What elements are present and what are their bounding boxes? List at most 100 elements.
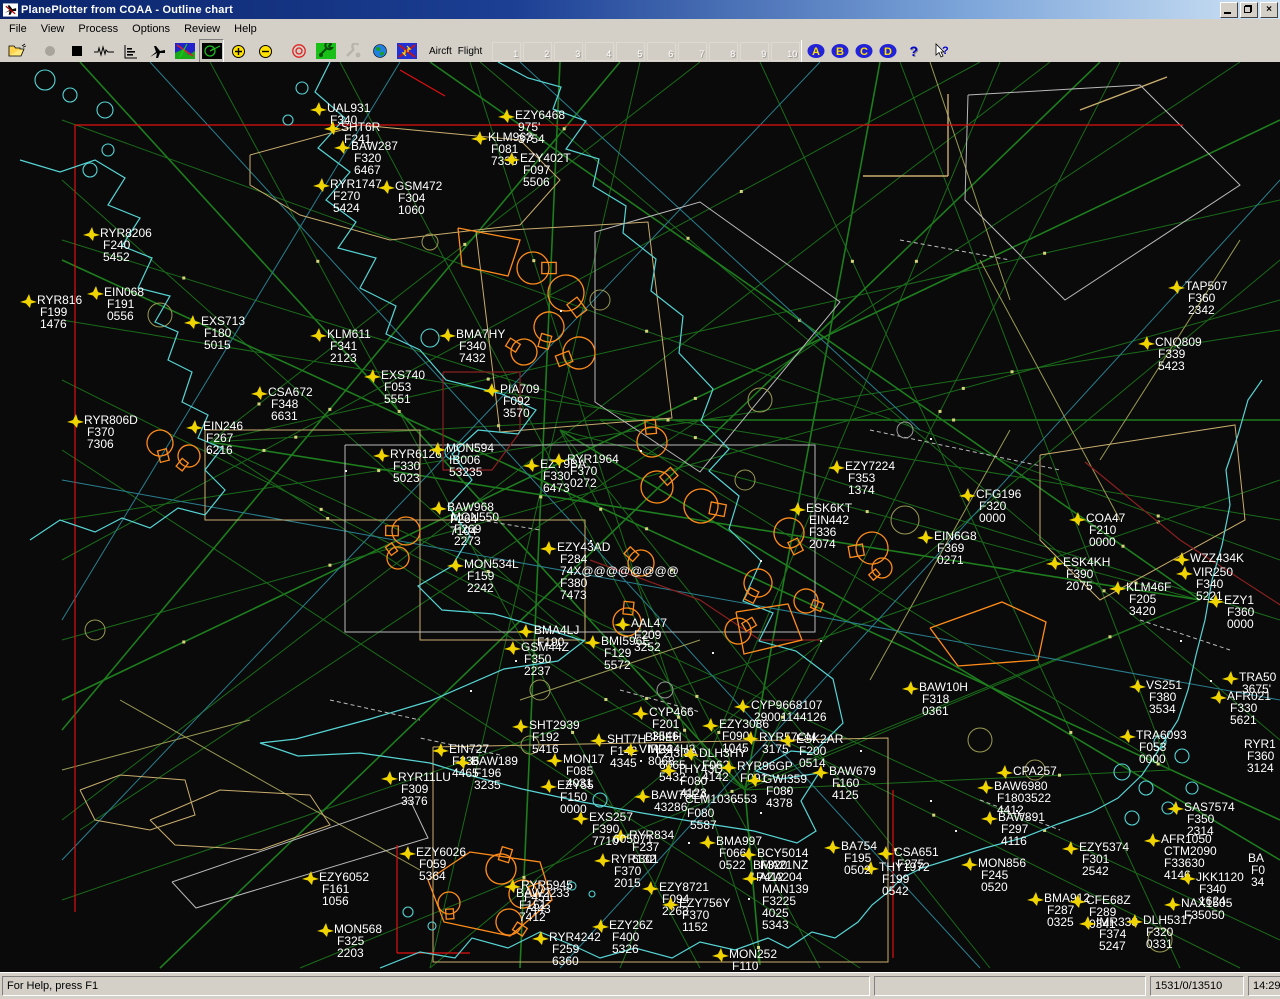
radar-scope-button[interactable] <box>199 39 224 63</box>
title-bar[interactable]: PlanePlotter from COAA - Outline chart × <box>0 0 1280 19</box>
toolbar-view-button-d[interactable]: D <box>876 40 900 62</box>
aircraft-label[interactable]: MON534LF1592242 <box>447 557 519 595</box>
globe-button[interactable] <box>367 39 392 63</box>
chart-map-button[interactable] <box>172 39 197 63</box>
toolbar-page-button-7[interactable]: 7 <box>678 42 707 61</box>
stop-button[interactable] <box>64 39 89 63</box>
open-file-button[interactable] <box>4 39 29 63</box>
aircraft-label[interactable]: BAF034 <box>1248 851 1265 889</box>
aircraft-label[interactable]: EIN246F2676216 <box>186 419 243 457</box>
aircraft-label[interactable]: BAW287F3206467 <box>334 139 398 177</box>
toolbar-view-button-c[interactable]: C <box>852 40 876 62</box>
aircraft-label[interactable]: EZY1F3600000 <box>1207 593 1255 631</box>
target-rings-button[interactable] <box>286 39 311 63</box>
options-wrench-button[interactable] <box>313 39 338 63</box>
aircraft-label[interactable]: THY1972F1990542 <box>862 860 930 898</box>
toolbar-page-button-1[interactable]: 1 <box>492 42 521 61</box>
aircraft-label[interactable]: EZY7224F3531374 <box>828 459 895 497</box>
toolbar-page-button-10[interactable]: 10 <box>771 42 800 61</box>
chart-area[interactable]: UAL931F340SHT6RF241BAW287F3206467RYR1747… <box>0 62 1280 972</box>
status-bar: For Help, press F1 1531/0/13510 14:29:43… <box>0 972 1280 999</box>
toolbar-page-button-9[interactable]: 9 <box>740 42 769 61</box>
aircraft-label[interactable]: DLH5317F3200331 <box>1126 913 1194 951</box>
restore-button[interactable] <box>1240 2 1258 18</box>
toolbar-view-button-b[interactable]: B <box>828 40 852 62</box>
aircraft-label[interactable]: RYR8206F2405452 <box>83 226 152 264</box>
menu-item-review[interactable]: Review <box>177 21 227 37</box>
svg-text:A: A <box>812 46 820 58</box>
aircraft-label[interactable]: BMA912F2870325 <box>1027 891 1090 929</box>
aircraft-label[interactable]: F0805587 <box>687 806 717 832</box>
zoom-in-button[interactable] <box>226 39 251 63</box>
toolbar-page-button-6[interactable]: 6 <box>647 42 676 61</box>
zoom-out-button[interactable] <box>253 39 278 63</box>
aircraft-label[interactable]: BA754F1950502 <box>824 839 877 877</box>
menu-item-view[interactable]: View <box>34 21 72 37</box>
network-transfer-button[interactable] <box>394 39 419 63</box>
aircraft-label[interactable]: EZY55F1500000 <box>540 778 594 816</box>
options-wrench-disabled-button[interactable] <box>340 39 365 63</box>
aircraft-label[interactable]: EZY6052F1611056 <box>302 870 369 908</box>
aircraft-label[interactable]: COA47F2100000 <box>1069 511 1126 549</box>
toolbar-page-button-4[interactable]: 4 <box>585 42 614 61</box>
svg-text:6473: 6473 <box>543 481 570 495</box>
aircraft-label[interactable]: EXS740F0535551 <box>364 368 425 406</box>
aircraft-label[interactable]: KLM611F3412123 <box>310 327 371 365</box>
aircraft-label[interactable]: CNQ809F3395423 <box>1138 335 1202 373</box>
aircraft-view-button[interactable] <box>145 39 170 63</box>
aircraft-label[interactable]: WZZ434K <box>1173 551 1244 566</box>
aircraft-label[interactable]: PIA709F0923570 <box>483 382 540 420</box>
aircraft-label[interactable]: RYR1747F2705424 <box>313 177 382 215</box>
aircraft-label[interactable]: CLM1036553 <box>685 792 757 806</box>
aircraft-label[interactable]: RYR11LUF3093376 <box>381 770 451 808</box>
svg-text:2542: 2542 <box>1082 864 1109 878</box>
svg-text:5247: 5247 <box>1099 939 1126 953</box>
signal-levels-button[interactable] <box>118 39 143 63</box>
menu-item-help[interactable]: Help <box>227 21 264 37</box>
menu-item-file[interactable]: File <box>2 21 34 37</box>
aircraft-label[interactable]: RYR816F1991476 <box>20 293 82 331</box>
aircraft-label[interactable]: RYR806DF3707306 <box>67 413 138 451</box>
aircraft-label[interactable]: CPA257 <box>996 764 1057 779</box>
aircraft-label[interactable]: AFR021F3305621 <box>1210 689 1271 727</box>
aircraft-label[interactable]: MON856F2450520 <box>961 856 1026 894</box>
aircraft-label[interactable]: GSM44ZF3502237 <box>504 640 569 678</box>
aircraft-label[interactable]: EZY43ADF28474X@@@@@@@@F3807473 <box>540 540 679 602</box>
aircraft-label[interactable]: VS251F3803534 <box>1129 678 1182 716</box>
context-help-button[interactable]: ? <box>928 39 953 63</box>
toolbar-page-button-2[interactable]: 2 <box>523 42 552 61</box>
toolbar-page-button-8[interactable]: 8 <box>709 42 738 61</box>
toolbar-page-button-5[interactable]: 5 <box>616 42 645 61</box>
aircraft-label[interactable]: RYR1F3603124 <box>1244 737 1276 775</box>
toolbar-page-button-3[interactable]: 3 <box>554 42 583 61</box>
aircraft-label[interactable]: GSM472F3041060 <box>378 179 443 217</box>
flight-label-button[interactable]: Flight <box>455 40 485 62</box>
menu-item-process[interactable]: Process <box>71 21 125 37</box>
waveform-button[interactable] <box>91 39 116 63</box>
aircraft-label[interactable]: MON568F3252203 <box>317 922 382 960</box>
svg-text:1152: 1152 <box>682 920 708 934</box>
aircraft-label[interactable]: IMR333F3745247 <box>1079 915 1138 953</box>
toolbar-view-button-a[interactable]: A <box>804 40 828 62</box>
aircraft-label[interactable]: BAW2233F1517412 <box>516 886 570 924</box>
svg-text:2074: 2074 <box>809 537 836 551</box>
aircraft-label[interactable]: EIN6G8F3690271 <box>917 529 977 567</box>
close-button[interactable]: × <box>1260 2 1278 18</box>
aircraft-label[interactable]: MON550F2692273 <box>451 510 499 548</box>
aircraft-label[interactable]: BMA7HYF3407432 <box>439 327 505 365</box>
aircraft-label[interactable]: BAW891F2974116 <box>981 810 1045 848</box>
help-button[interactable]: ? <box>901 39 926 63</box>
svg-text:5572: 5572 <box>604 658 631 672</box>
aircft-label-button[interactable]: Aircft <box>426 40 455 62</box>
aircraft-label[interactable]: BAW679F1604125 <box>812 764 876 802</box>
aircraft-label[interactable]: MON252F110 <box>712 947 777 972</box>
aircraft-label[interactable]: EIN068F1910556 <box>87 285 144 323</box>
minimize-button[interactable] <box>1220 2 1238 18</box>
aircraft-label[interactable]: EZY5374F3012542 <box>1062 840 1129 878</box>
aircraft-label[interactable]: KLM46FF2053420 <box>1109 580 1171 618</box>
aircraft-label[interactable]: AZA204MAN139F322540255343 <box>742 870 809 932</box>
aircraft-label[interactable]: 605071 <box>613 832 653 846</box>
record-button[interactable] <box>37 39 62 63</box>
aircraft-label[interactable]: RYR6126F3305023 <box>373 447 442 485</box>
menu-item-options[interactable]: Options <box>125 21 177 37</box>
